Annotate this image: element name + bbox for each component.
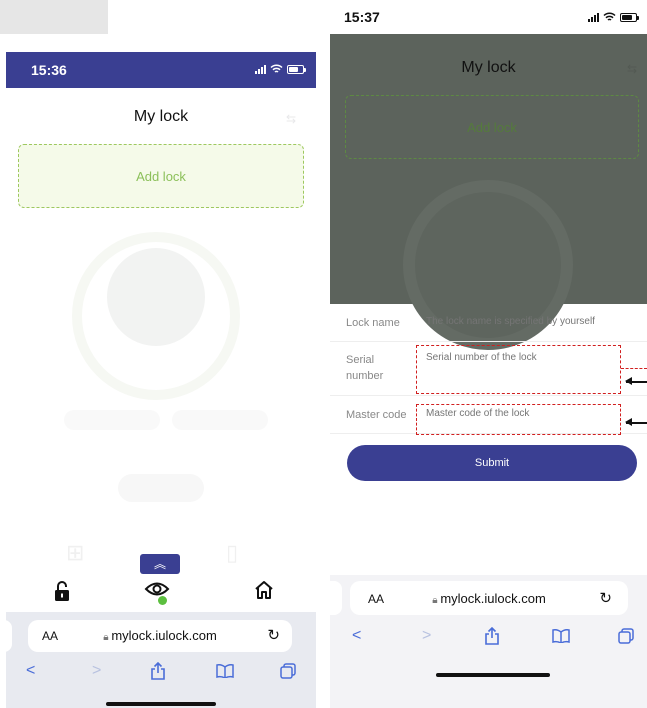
browser-tab-strip [0, 0, 108, 34]
page-title: My lock [461, 59, 516, 76]
lock-dial-center [107, 248, 205, 346]
master-code-label: Master code [346, 409, 407, 421]
status-bar: 15:37 [330, 0, 647, 34]
forward-icon[interactable]: > [92, 662, 101, 680]
status-time: 15:36 [31, 62, 67, 78]
highlight-connector [621, 368, 647, 369]
wifi-icon [603, 12, 616, 21]
signal-icon [588, 12, 599, 22]
eye-icon[interactable] [144, 580, 170, 598]
back-icon[interactable]: < [352, 627, 361, 645]
lock-name-input[interactable] [426, 316, 641, 327]
browser-nav-toolbar: < > [330, 625, 647, 651]
switch-icon: ⇆ [626, 62, 637, 76]
signal-icon [255, 64, 266, 74]
previous-tab-address[interactable] [330, 581, 342, 615]
home-indicator [436, 673, 550, 677]
address-bar[interactable]: AA 🔒︎ mylock.iulock.com ↻ [350, 581, 628, 615]
status-icons [255, 64, 306, 74]
switch-icon[interactable]: ⇆ [286, 112, 296, 126]
previous-tab-address[interactable] [6, 620, 12, 652]
status-time: 15:37 [344, 9, 380, 25]
battery-icon [620, 12, 639, 22]
submit-button[interactable]: Submit [347, 445, 637, 481]
back-icon[interactable]: < [26, 662, 35, 680]
faded-trash-icon: ▯ [226, 540, 239, 565]
add-lock-button[interactable]: Add lock [18, 144, 304, 208]
right-phone-screen: 15:37 My lock ⇆ Add lock Lock name Seria… [330, 0, 647, 708]
left-phone-screen: 15:36 My lock ⇆ Add lock ⊞ ▯ ︽ AA 🔒︎ myl… [6, 52, 316, 708]
faded-button [118, 474, 204, 502]
address-url: 🔒︎ mylock.iulock.com [103, 628, 217, 643]
lock-name-row: Lock name [330, 304, 647, 342]
page-title: My lock [133, 108, 189, 125]
reload-icon[interactable]: ↻ [267, 626, 280, 644]
tabs-icon[interactable] [280, 663, 296, 679]
safari-toolbar: AA 🔒︎ mylock.iulock.com ↻ < > [6, 612, 316, 708]
lock-name-label: Lock name [346, 317, 400, 329]
dimmed-background[interactable]: My lock ⇆ Add lock [330, 34, 647, 350]
battery-icon [287, 64, 306, 74]
serial-number-highlight [416, 345, 621, 394]
status-bar: 15:36 [6, 52, 316, 88]
status-icons [588, 12, 639, 22]
share-icon[interactable] [484, 627, 500, 645]
share-icon[interactable] [150, 662, 166, 680]
faded-grid-icon: ⊞ [66, 540, 85, 565]
address-url: 🔒︎ mylock.iulock.com [432, 591, 546, 606]
status-dot [158, 596, 167, 605]
master-code-highlight [416, 404, 621, 435]
add-lock-label: Add lock [467, 119, 517, 135]
safari-toolbar: AA 🔒︎ mylock.iulock.com ↻ < > [330, 575, 647, 708]
wifi-icon [270, 64, 283, 73]
tabs-icon[interactable] [618, 628, 634, 644]
arrow-left-icon [625, 378, 647, 384]
browser-nav-toolbar: < > [6, 660, 316, 688]
add-lock-label: Add lock [136, 168, 186, 184]
serial-number-label: Serial number [346, 354, 384, 382]
arrow-left-icon [625, 419, 647, 425]
faded-button [64, 410, 160, 430]
bookmarks-icon[interactable] [552, 629, 570, 643]
forward-icon[interactable]: > [422, 627, 431, 645]
address-bar[interactable]: AA 🔒︎ mylock.iulock.com ↻ [28, 620, 292, 652]
reload-icon[interactable]: ↻ [599, 589, 612, 607]
unlock-icon[interactable] [54, 580, 70, 602]
home-icon[interactable] [254, 580, 274, 600]
bottom-nav [6, 574, 316, 612]
add-lock-button: Add lock [345, 95, 639, 159]
expand-up-icon[interactable]: ︽ [140, 554, 180, 574]
home-indicator [106, 702, 216, 706]
faded-button [172, 410, 268, 430]
bookmarks-icon[interactable] [216, 664, 234, 678]
